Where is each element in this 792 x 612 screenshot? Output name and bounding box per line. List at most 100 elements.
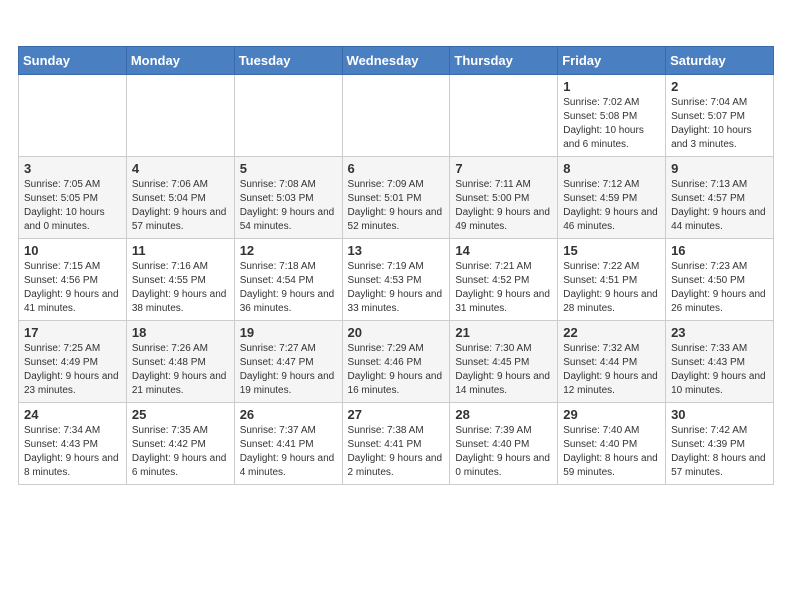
day-info: Sunrise: 7:18 AM Sunset: 4:54 PM Dayligh…: [240, 260, 337, 316]
day-number: 29: [563, 407, 660, 422]
day-info: Sunrise: 7:04 AM Sunset: 5:07 PM Dayligh…: [671, 96, 768, 152]
day-info: Sunrise: 7:23 AM Sunset: 4:50 PM Dayligh…: [671, 260, 768, 316]
day-info: Sunrise: 7:05 AM Sunset: 5:05 PM Dayligh…: [24, 178, 121, 234]
day-cell: 12Sunrise: 7:18 AM Sunset: 4:54 PM Dayli…: [234, 239, 342, 321]
day-cell: 26 Sunrise: 7:37 AM Sunset: 4:41 PM Dayli…: [234, 403, 342, 485]
day-cell: 11 Sunrise: 7:16 AM Sunset: 4:55 PM Dayli…: [126, 239, 234, 321]
day-info: Sunrise: 7:39 AM Sunset: 4:40 PM Dayligh…: [455, 424, 552, 480]
day-cell: 24 Sunrise: 7:34 AM Sunset: 4:43 PM Dayli…: [19, 403, 127, 485]
day-info: Sunrise: 7:40 AM Sunset: 4:40 PM Dayligh…: [563, 424, 660, 480]
day-cell: 1Sunrise: 7:02 AM Sunset: 5:08 PM Daylig…: [558, 75, 666, 157]
day-info: Sunrise: 7:37 AM Sunset: 4:41 PM Dayligh…: [240, 424, 337, 480]
day-cell: 4 Sunrise: 7:06 AM Sunset: 5:04 PM Daylig…: [126, 157, 234, 239]
day-cell: 23 Sunrise: 7:33 AM Sunset: 4:43 PM Dayli…: [666, 321, 774, 403]
day-cell: 25 Sunrise: 7:35 AM Sunset: 4:42 PM Dayli…: [126, 403, 234, 485]
week-row-1: 1Sunrise: 7:02 AM Sunset: 5:08 PM Daylig…: [19, 75, 774, 157]
day-header-wednesday: Wednesday: [342, 47, 450, 75]
day-info: Sunrise: 7:34 AM Sunset: 4:43 PM Dayligh…: [24, 424, 121, 480]
day-info: Sunrise: 7:38 AM Sunset: 4:41 PM Dayligh…: [348, 424, 445, 480]
day-header-sunday: Sunday: [19, 47, 127, 75]
day-cell: [234, 75, 342, 157]
day-info: Sunrise: 7:21 AM Sunset: 4:52 PM Dayligh…: [455, 260, 552, 316]
day-cell: [126, 75, 234, 157]
day-number: 2: [671, 79, 768, 94]
day-info: Sunrise: 7:19 AM Sunset: 4:53 PM Dayligh…: [348, 260, 445, 316]
day-info: Sunrise: 7:13 AM Sunset: 4:57 PM Dayligh…: [671, 178, 768, 234]
day-info: Sunrise: 7:06 AM Sunset: 5:04 PM Dayligh…: [132, 178, 229, 234]
day-header-thursday: Thursday: [450, 47, 558, 75]
day-cell: 16 Sunrise: 7:23 AM Sunset: 4:50 PM Dayli…: [666, 239, 774, 321]
day-cell: 5 Sunrise: 7:08 AM Sunset: 5:03 PM Daylig…: [234, 157, 342, 239]
day-cell: 18 Sunrise: 7:26 AM Sunset: 4:48 PM Dayli…: [126, 321, 234, 403]
day-cell: 3 Sunrise: 7:05 AM Sunset: 5:05 PM Daylig…: [19, 157, 127, 239]
day-cell: 30 Sunrise: 7:42 AM Sunset: 4:39 PM Dayli…: [666, 403, 774, 485]
day-header-monday: Monday: [126, 47, 234, 75]
day-number: 15: [563, 243, 660, 258]
day-cell: 17 Sunrise: 7:25 AM Sunset: 4:49 PM Dayli…: [19, 321, 127, 403]
day-number: 30: [671, 407, 768, 422]
day-info: Sunrise: 7:15 AM Sunset: 4:56 PM Dayligh…: [24, 260, 121, 316]
day-cell: 28 Sunrise: 7:39 AM Sunset: 4:40 PM Dayli…: [450, 403, 558, 485]
day-info: Sunrise: 7:30 AM Sunset: 4:45 PM Dayligh…: [455, 342, 552, 398]
day-info: Sunrise: 7:08 AM Sunset: 5:03 PM Dayligh…: [240, 178, 337, 234]
day-number: 13: [348, 243, 445, 258]
day-number: 21: [455, 325, 552, 340]
day-info: Sunrise: 7:29 AM Sunset: 4:46 PM Dayligh…: [348, 342, 445, 398]
day-info: Sunrise: 7:42 AM Sunset: 4:39 PM Dayligh…: [671, 424, 768, 480]
day-number: 20: [348, 325, 445, 340]
day-number: 4: [132, 161, 229, 176]
day-number: 7: [455, 161, 552, 176]
day-cell: 14 Sunrise: 7:21 AM Sunset: 4:52 PM Dayli…: [450, 239, 558, 321]
day-number: 23: [671, 325, 768, 340]
main-container: General Blue SundayMondayTuesdayWednesda…: [0, 0, 792, 495]
day-number: 9: [671, 161, 768, 176]
day-info: Sunrise: 7:26 AM Sunset: 4:48 PM Dayligh…: [132, 342, 229, 398]
week-row-3: 10 Sunrise: 7:15 AM Sunset: 4:56 PM Dayli…: [19, 239, 774, 321]
day-cell: 2 Sunrise: 7:04 AM Sunset: 5:07 PM Daylig…: [666, 75, 774, 157]
week-row-5: 24 Sunrise: 7:34 AM Sunset: 4:43 PM Dayli…: [19, 403, 774, 485]
day-number: 11: [132, 243, 229, 258]
day-number: 6: [348, 161, 445, 176]
day-cell: 9 Sunrise: 7:13 AM Sunset: 4:57 PM Daylig…: [666, 157, 774, 239]
day-info: Sunrise: 7:22 AM Sunset: 4:51 PM Dayligh…: [563, 260, 660, 316]
day-info: Sunrise: 7:32 AM Sunset: 4:44 PM Dayligh…: [563, 342, 660, 398]
day-cell: [450, 75, 558, 157]
day-number: 24: [24, 407, 121, 422]
week-row-2: 3 Sunrise: 7:05 AM Sunset: 5:05 PM Daylig…: [19, 157, 774, 239]
day-number: 26: [240, 407, 337, 422]
day-info: Sunrise: 7:33 AM Sunset: 4:43 PM Dayligh…: [671, 342, 768, 398]
week-row-4: 17 Sunrise: 7:25 AM Sunset: 4:49 PM Dayli…: [19, 321, 774, 403]
header: General Blue: [18, 18, 774, 36]
day-number: 22: [563, 325, 660, 340]
day-info: Sunrise: 7:25 AM Sunset: 4:49 PM Dayligh…: [24, 342, 121, 398]
day-cell: [19, 75, 127, 157]
day-cell: 20 Sunrise: 7:29 AM Sunset: 4:46 PM Dayli…: [342, 321, 450, 403]
day-info: Sunrise: 7:12 AM Sunset: 4:59 PM Dayligh…: [563, 178, 660, 234]
day-cell: [342, 75, 450, 157]
day-cell: 13 Sunrise: 7:19 AM Sunset: 4:53 PM Dayli…: [342, 239, 450, 321]
day-number: 19: [240, 325, 337, 340]
day-info: Sunrise: 7:16 AM Sunset: 4:55 PM Dayligh…: [132, 260, 229, 316]
day-number: 17: [24, 325, 121, 340]
day-cell: 7 Sunrise: 7:11 AM Sunset: 5:00 PM Daylig…: [450, 157, 558, 239]
day-number: 5: [240, 161, 337, 176]
day-cell: 10 Sunrise: 7:15 AM Sunset: 4:56 PM Dayli…: [19, 239, 127, 321]
day-number: 14: [455, 243, 552, 258]
day-cell: 6 Sunrise: 7:09 AM Sunset: 5:01 PM Daylig…: [342, 157, 450, 239]
day-info: Sunrise: 7:27 AM Sunset: 4:47 PM Dayligh…: [240, 342, 337, 398]
day-number: 8: [563, 161, 660, 176]
day-number: 18: [132, 325, 229, 340]
day-number: 10: [24, 243, 121, 258]
day-cell: 22 Sunrise: 7:32 AM Sunset: 4:44 PM Dayli…: [558, 321, 666, 403]
day-header-friday: Friday: [558, 47, 666, 75]
day-number: 3: [24, 161, 121, 176]
day-cell: 21 Sunrise: 7:30 AM Sunset: 4:45 PM Dayli…: [450, 321, 558, 403]
calendar-table: SundayMondayTuesdayWednesdayThursdayFrid…: [18, 46, 774, 485]
day-number: 28: [455, 407, 552, 422]
day-number: 27: [348, 407, 445, 422]
day-number: 25: [132, 407, 229, 422]
day-info: Sunrise: 7:11 AM Sunset: 5:00 PM Dayligh…: [455, 178, 552, 234]
day-number: 16: [671, 243, 768, 258]
day-info: Sunrise: 7:35 AM Sunset: 4:42 PM Dayligh…: [132, 424, 229, 480]
day-info: Sunrise: 7:09 AM Sunset: 5:01 PM Dayligh…: [348, 178, 445, 234]
